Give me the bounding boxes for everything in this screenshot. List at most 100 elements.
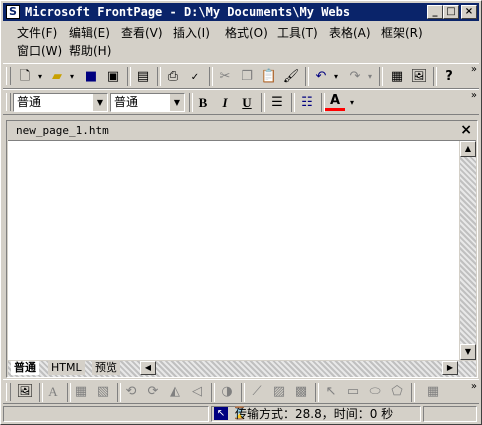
contrast-button[interactable]: ◑ [217, 383, 237, 401]
close-button[interactable]: × [461, 5, 477, 19]
polygon-hotspot-button[interactable]: ⬠ [387, 383, 407, 401]
menu-file[interactable]: 文件(F) [17, 24, 57, 42]
hscroll-left-button[interactable]: ◀ [140, 361, 156, 375]
style-dropdown[interactable]: 普通 ▼ [13, 93, 108, 112]
scroll-up-button[interactable]: ▲ [460, 141, 476, 157]
font-dropdown[interactable]: 普通 ▼ [110, 93, 185, 112]
tab-normal[interactable]: 普通 [11, 361, 39, 375]
title-bar[interactable]: S Microsoft FrontPage - D:\My Documents\… [3, 3, 479, 21]
underline-button[interactable]: U [237, 93, 257, 112]
rectangle-hotspot-button[interactable]: ▭ [343, 383, 363, 401]
transparent-icon: ▨ [272, 384, 286, 399]
menu-tools[interactable]: 工具(T) [277, 24, 318, 42]
undo-button[interactable]: ↶ [311, 67, 331, 86]
flip-horizontal-button[interactable]: ◭ [165, 383, 185, 401]
paintbrush-icon: 🖌 [282, 69, 300, 84]
undo-arrow-icon: ↶ [315, 69, 327, 84]
circle-hotspot-button[interactable]: ⬭ [365, 383, 385, 401]
toolbar-grip[interactable] [6, 67, 11, 85]
restore-button[interactable]: ▦ [423, 383, 443, 401]
copy-button[interactable]: ❐ [237, 67, 257, 86]
frontpage-logo-icon[interactable]: S [6, 5, 20, 19]
rotate-left-button[interactable]: ⟲ [121, 383, 141, 401]
toolbar-options-chevron-icon[interactable]: » [471, 91, 477, 101]
cut-button[interactable]: ✂ [215, 67, 235, 86]
tab-preview[interactable]: 预览 [92, 361, 120, 375]
align-center-button[interactable]: ☰ [267, 93, 287, 112]
select-button[interactable]: ↖ [321, 383, 341, 401]
arrow-pointer-icon: ↖ [325, 384, 337, 399]
help-question-icon: ? [445, 69, 453, 84]
format-painter-button[interactable]: 🖌 [281, 67, 301, 86]
chevron-down-icon[interactable]: ▼ [92, 94, 107, 111]
maximize-button[interactable]: □ [443, 5, 459, 19]
toolbar-options-chevron-icon[interactable]: » [471, 65, 477, 75]
menu-format[interactable]: 格式(O) [225, 24, 268, 42]
menu-table[interactable]: 表格(A) [329, 24, 371, 42]
menu-help[interactable]: 帮助(H) [69, 42, 111, 60]
publish-button[interactable]: ▣ [103, 67, 123, 86]
toolbar-grip[interactable] [6, 93, 11, 111]
minimize-button[interactable]: _ [427, 5, 443, 19]
page-editor[interactable] [8, 141, 459, 360]
set-transparent-button[interactable]: ▨ [269, 383, 289, 401]
status-panel-main [3, 406, 209, 422]
copy-icon: ❐ [241, 69, 253, 84]
open-dropdown-arrow[interactable]: ▾ [67, 67, 77, 86]
formatting-toolbar: 普通 ▼ 普通 ▼ B I U ☰ ☷ A ▾ » [3, 89, 479, 115]
menu-insert[interactable]: 插入(I) [173, 24, 210, 42]
auto-thumbnail-button[interactable]: ▦ [71, 383, 91, 401]
hscroll-right-button[interactable]: ▶ [442, 361, 458, 375]
font-color-button[interactable]: A [325, 93, 345, 111]
new-page-button[interactable]: 🗋 [15, 67, 35, 86]
rotate-right-button[interactable]: ⟳ [143, 383, 163, 401]
bullets-button[interactable]: ☷ [297, 93, 317, 112]
paste-button[interactable]: 📋 [259, 67, 279, 86]
flip-vertical-button[interactable]: ◁ [187, 383, 207, 401]
undo-dropdown-arrow[interactable]: ▾ [331, 67, 341, 86]
scroll-left-arrow-icon: ◀ [144, 363, 152, 372]
font-color-dropdown-arrow[interactable]: ▾ [347, 93, 357, 112]
insert-picture-button[interactable]: 🖼 [15, 383, 35, 401]
rotate-right-icon: ⟳ [147, 384, 159, 399]
text-button[interactable]: A [43, 383, 63, 401]
new-dropdown-arrow[interactable]: ▾ [35, 67, 45, 86]
crop-icon: ⟋ [252, 384, 262, 399]
black-white-button[interactable]: ▩ [291, 383, 311, 401]
italic-button[interactable]: I [215, 93, 235, 112]
menu-frames[interactable]: 框架(R) [381, 24, 423, 42]
document-tab[interactable]: new_page_1.htm [16, 124, 109, 137]
menu-view[interactable]: 查看(V) [121, 24, 163, 42]
print-button[interactable]: ⎙ [163, 67, 183, 86]
view-tabs-bar: 普通 HTML 预览 ◀ ▶ [8, 361, 476, 377]
toolbar-options-chevron-icon[interactable]: » [471, 382, 477, 392]
thumbnail-icon: ▦ [74, 384, 88, 399]
bulleted-list-icon: ☷ [301, 95, 313, 110]
new-page-icon: 🗋 [19, 69, 31, 84]
document-close-icon[interactable]: × [460, 122, 472, 138]
tab-html[interactable]: HTML [48, 361, 85, 375]
open-button[interactable]: ▰ [47, 67, 67, 86]
folder-list-button[interactable]: ▤ [133, 67, 153, 86]
redo-dropdown-arrow[interactable]: ▾ [365, 67, 375, 86]
insert-picture-button[interactable]: 🖼 [409, 67, 429, 86]
scroll-down-button[interactable]: ▼ [460, 344, 476, 360]
menu-edit[interactable]: 编辑(E) [69, 24, 110, 42]
standard-toolbar: 🗋 ▾ ▰ ▾ ■ ▣ ▤ ⎙ ✓ ✂ ❐ 📋 🖌 ↶ ▾ ↷ ▾ ▦ 🖼 ? … [3, 63, 479, 89]
rotate-left-icon: ⟲ [125, 384, 137, 399]
spelling-button[interactable]: ✓ [185, 67, 205, 86]
save-button[interactable]: ■ [81, 67, 101, 86]
polygon-icon: ⬠ [391, 384, 403, 399]
scroll-up-arrow-icon: ▲ [464, 144, 472, 153]
crop-button[interactable]: ⟋ [247, 383, 267, 401]
bold-button[interactable]: B [193, 93, 213, 112]
menu-window[interactable]: 窗口(W) [17, 42, 62, 60]
redo-button[interactable]: ↷ [345, 67, 365, 86]
toolbar-grip[interactable] [6, 383, 11, 401]
chevron-down-icon[interactable]: ▼ [169, 94, 184, 111]
position-absolutely-button[interactable]: ▧ [93, 383, 113, 401]
help-button[interactable]: ? [439, 67, 459, 86]
vertical-scrollbar[interactable]: ▲ ▼ [460, 141, 476, 360]
insert-component-button[interactable]: ▦ [387, 67, 407, 86]
toolbar-separator [261, 93, 265, 112]
